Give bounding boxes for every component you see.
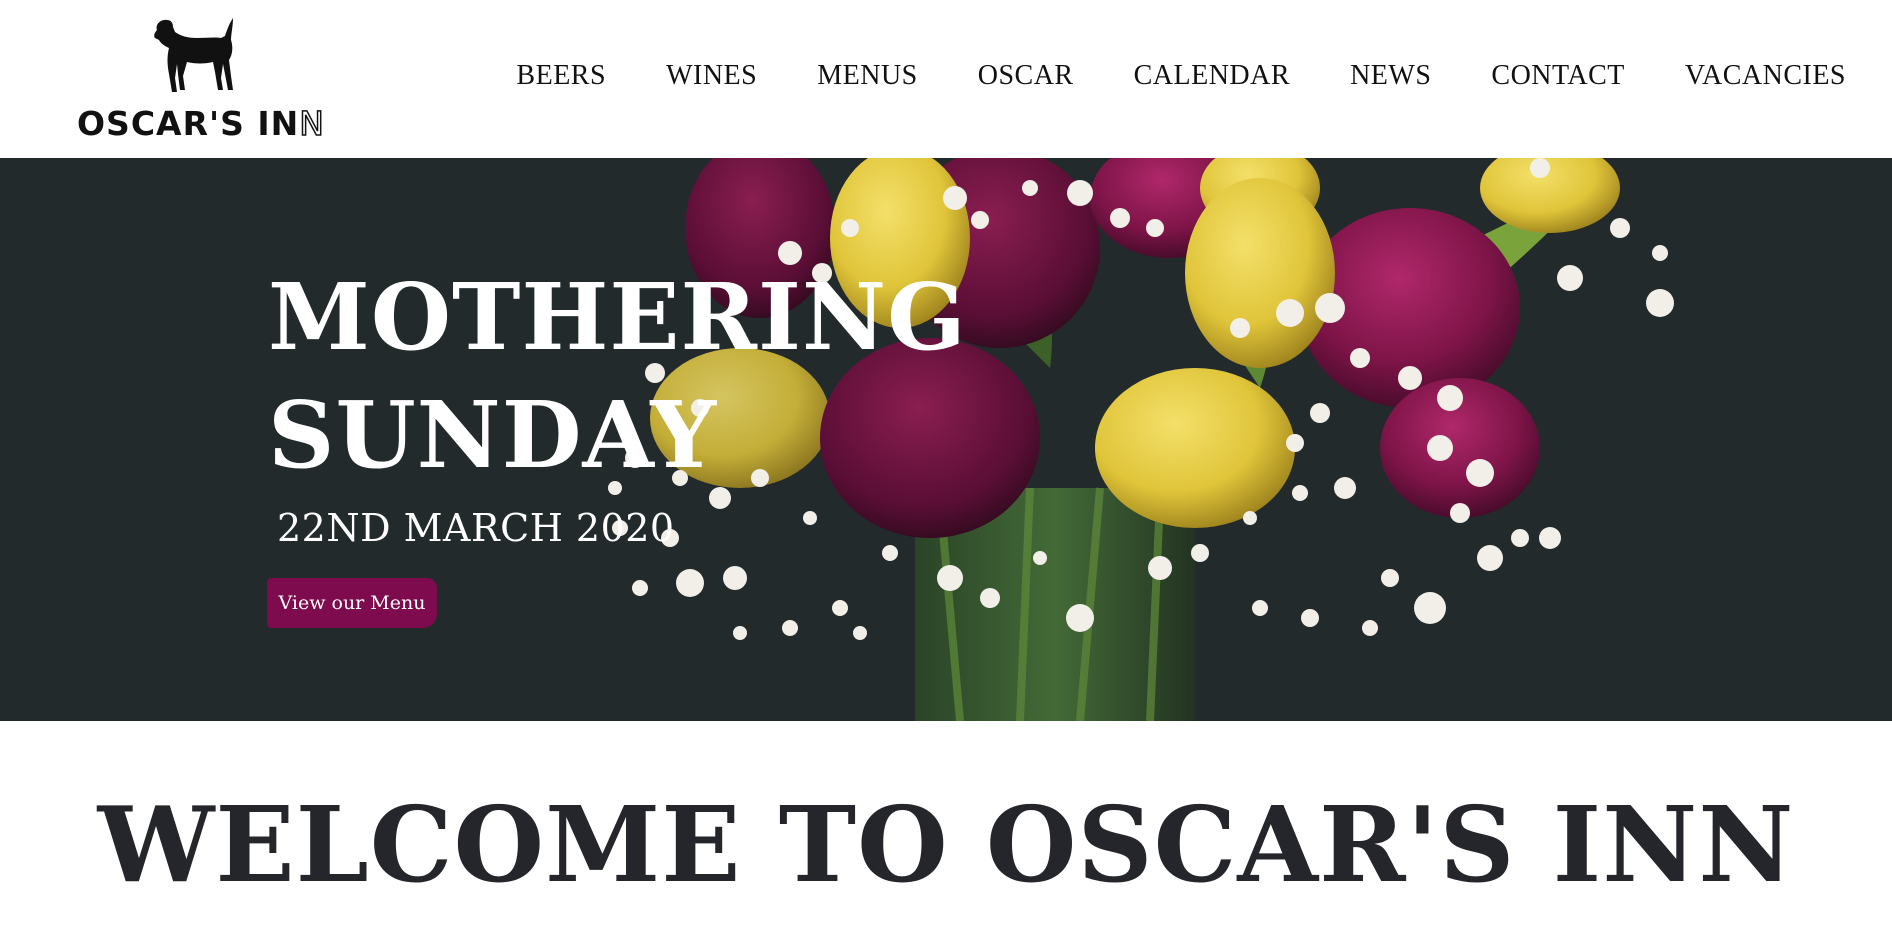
hero-banner: MOTHERING SUNDAY 22ND MARCH 2020 View ou…	[0, 158, 1892, 721]
nav-oscar[interactable]: OSCAR	[978, 60, 1074, 92]
nav-menus[interactable]: MENUS	[817, 60, 918, 92]
site-logo[interactable]: OSCAR'S INN	[77, 14, 327, 144]
logo-wordmark: OSCAR'S INN	[77, 103, 325, 144]
nav-wines[interactable]: WINES	[666, 60, 757, 92]
nav-calendar[interactable]: CALENDAR	[1134, 60, 1290, 92]
main-nav: BEERS WINES MENUS OSCAR CALENDAR NEWS CO…	[516, 60, 1846, 92]
nav-contact[interactable]: CONTACT	[1491, 60, 1624, 92]
site-header: OSCAR'S INN BEERS WINES MENUS OSCAR CALE…	[0, 0, 1892, 158]
hero-title-line1: MOTHERING	[268, 263, 967, 371]
hero-title-line2: SUNDAY	[268, 381, 718, 489]
dog-icon	[154, 18, 233, 92]
nav-news[interactable]: NEWS	[1350, 60, 1431, 92]
hero-date: 22ND MARCH 2020	[277, 506, 675, 550]
nav-vacancies[interactable]: VACANCIES	[1685, 60, 1846, 92]
hero-title: MOTHERING SUNDAY	[268, 258, 967, 494]
nav-beers[interactable]: BEERS	[516, 60, 606, 92]
view-menu-button[interactable]: View our Menu	[267, 578, 437, 628]
welcome-heading: WELCOME TO OSCAR'S INN	[97, 783, 1795, 906]
